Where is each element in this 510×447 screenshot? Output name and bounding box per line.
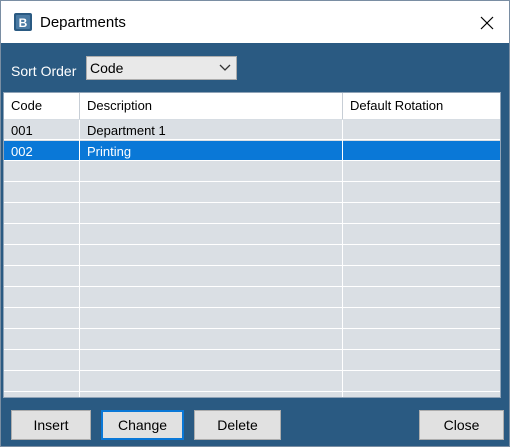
cell-code: 001 (11, 123, 33, 138)
departments-grid[interactable]: Code Description Default Rotation 001 De… (3, 92, 501, 398)
cell-description: Department 1 (87, 123, 166, 138)
insert-button[interactable]: Insert (11, 410, 91, 440)
title-bar: B Departments (1, 1, 509, 43)
grid-rows: 001 Department 1 002 Printing (4, 120, 500, 397)
window-title: Departments (40, 14, 126, 31)
departments-window: B Departments Sort Order Code Code Descr… (0, 0, 510, 447)
column-header-code[interactable]: Code (11, 98, 42, 113)
column-header-description[interactable]: Description (87, 98, 152, 113)
grid-header: Code Description Default Rotation (4, 93, 500, 120)
sort-toolbar: Sort Order Code (1, 43, 509, 91)
close-button[interactable]: Close (419, 410, 504, 440)
change-button[interactable]: Change (101, 410, 184, 440)
sort-order-value: Code (90, 60, 124, 76)
sort-order-select[interactable]: Code (86, 56, 237, 80)
column-header-default-rotation[interactable]: Default Rotation (350, 98, 443, 113)
close-icon[interactable] (472, 9, 502, 37)
cell-code: 002 (11, 144, 33, 159)
sort-order-label: Sort Order (11, 63, 77, 79)
app-logo-icon: B (14, 13, 32, 31)
svg-text:B: B (19, 16, 28, 30)
delete-button[interactable]: Delete (194, 410, 281, 440)
button-bar: Insert Change Delete Close (1, 398, 509, 446)
cell-description: Printing (87, 144, 132, 159)
chevron-down-icon (219, 64, 231, 71)
